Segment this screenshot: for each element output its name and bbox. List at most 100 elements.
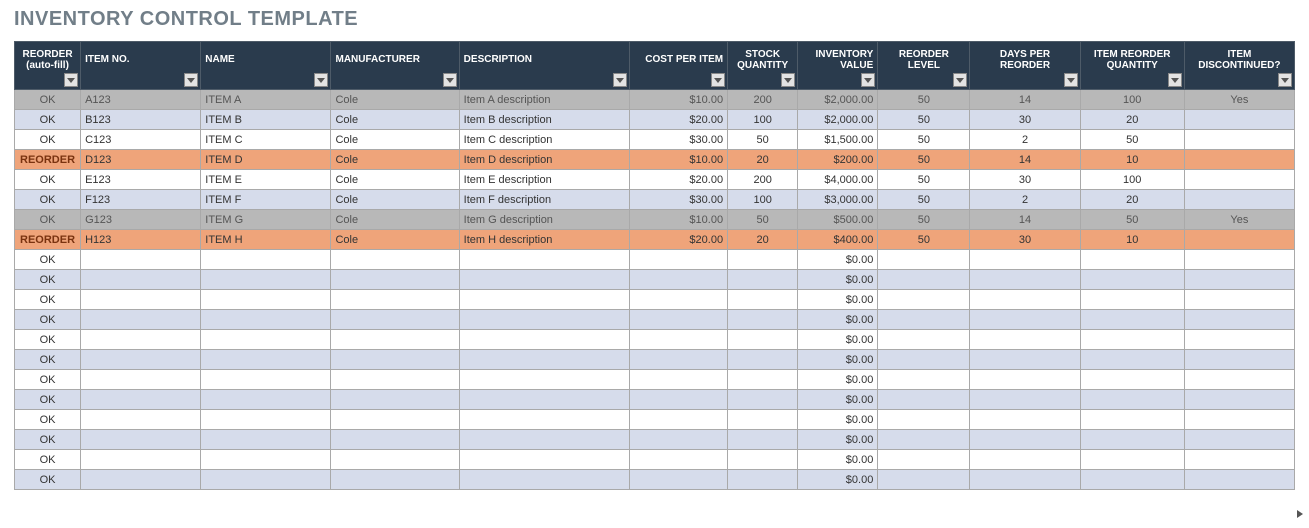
cell-level[interactable]: 50 — [878, 130, 970, 150]
table-row[interactable]: OK$0.00 — [15, 290, 1295, 310]
cell-reorder[interactable]: OK — [15, 270, 81, 290]
cell-level[interactable]: 50 — [878, 190, 970, 210]
cell-level[interactable] — [878, 270, 970, 290]
cell-rqty[interactable]: 50 — [1080, 130, 1184, 150]
cell-days[interactable] — [970, 390, 1080, 410]
cell-item_no[interactable] — [81, 470, 201, 490]
cell-item_no[interactable] — [81, 270, 201, 290]
cell-days[interactable]: 14 — [970, 150, 1080, 170]
cell-level[interactable] — [878, 370, 970, 390]
cell-value[interactable]: $3,000.00 — [798, 190, 878, 210]
cell-cost[interactable] — [629, 290, 727, 310]
cell-value[interactable]: $0.00 — [798, 370, 878, 390]
table-row[interactable]: OKE123ITEM EColeItem E description$20.00… — [15, 170, 1295, 190]
cell-name[interactable] — [201, 430, 331, 450]
cell-stock[interactable] — [728, 250, 798, 270]
column-header-rqty[interactable]: ITEM REORDER QUANTITY — [1080, 42, 1184, 90]
cell-cost[interactable]: $10.00 — [629, 90, 727, 110]
cell-value[interactable]: $0.00 — [798, 310, 878, 330]
cell-item_no[interactable]: E123 — [81, 170, 201, 190]
table-row[interactable]: OKG123ITEM GColeItem G description$10.00… — [15, 210, 1295, 230]
cell-desc[interactable]: Item G description — [459, 210, 629, 230]
table-row[interactable]: OK$0.00 — [15, 370, 1295, 390]
table-row[interactable]: OK$0.00 — [15, 270, 1295, 290]
cell-name[interactable]: ITEM H — [201, 230, 331, 250]
cell-item_no[interactable] — [81, 290, 201, 310]
cell-name[interactable] — [201, 390, 331, 410]
cell-disc[interactable] — [1184, 330, 1294, 350]
cell-value[interactable]: $0.00 — [798, 430, 878, 450]
table-row[interactable]: OKB123ITEM BColeItem B description$20.00… — [15, 110, 1295, 130]
cell-reorder[interactable]: OK — [15, 170, 81, 190]
cell-disc[interactable] — [1184, 470, 1294, 490]
cell-level[interactable]: 50 — [878, 170, 970, 190]
cell-days[interactable] — [970, 350, 1080, 370]
cell-value[interactable]: $500.00 — [798, 210, 878, 230]
cell-rqty[interactable] — [1080, 430, 1184, 450]
cell-reorder[interactable]: OK — [15, 430, 81, 450]
cell-level[interactable] — [878, 330, 970, 350]
cell-reorder[interactable]: OK — [15, 90, 81, 110]
cell-desc[interactable]: Item H description — [459, 230, 629, 250]
cell-level[interactable] — [878, 250, 970, 270]
cell-stock[interactable]: 200 — [728, 170, 798, 190]
cell-reorder[interactable]: OK — [15, 390, 81, 410]
column-header-mfr[interactable]: MANUFACTURER — [331, 42, 459, 90]
cell-rqty[interactable] — [1080, 450, 1184, 470]
cell-mfr[interactable]: Cole — [331, 230, 459, 250]
cell-mfr[interactable] — [331, 310, 459, 330]
cell-rqty[interactable] — [1080, 350, 1184, 370]
cell-disc[interactable] — [1184, 170, 1294, 190]
cell-cost[interactable]: $10.00 — [629, 210, 727, 230]
cell-disc[interactable] — [1184, 150, 1294, 170]
cell-item_no[interactable] — [81, 450, 201, 470]
table-row[interactable]: OK$0.00 — [15, 450, 1295, 470]
cell-mfr[interactable] — [331, 330, 459, 350]
cell-mfr[interactable] — [331, 290, 459, 310]
cell-cost[interactable]: $20.00 — [629, 110, 727, 130]
cell-desc[interactable] — [459, 290, 629, 310]
cell-reorder[interactable]: REORDER — [15, 230, 81, 250]
filter-dropdown-icon[interactable] — [64, 73, 78, 87]
filter-dropdown-icon[interactable] — [613, 73, 627, 87]
cell-reorder[interactable]: OK — [15, 110, 81, 130]
cell-disc[interactable] — [1184, 110, 1294, 130]
column-header-name[interactable]: NAME — [201, 42, 331, 90]
cell-level[interactable] — [878, 470, 970, 490]
cell-rqty[interactable]: 10 — [1080, 150, 1184, 170]
cell-name[interactable]: ITEM E — [201, 170, 331, 190]
cell-reorder[interactable]: OK — [15, 410, 81, 430]
cell-rqty[interactable] — [1080, 390, 1184, 410]
cell-name[interactable]: ITEM D — [201, 150, 331, 170]
cell-stock[interactable]: 20 — [728, 150, 798, 170]
cell-stock[interactable]: 100 — [728, 110, 798, 130]
cell-stock[interactable] — [728, 470, 798, 490]
cell-name[interactable] — [201, 330, 331, 350]
cell-cost[interactable] — [629, 410, 727, 430]
cell-disc[interactable]: Yes — [1184, 90, 1294, 110]
cell-name[interactable] — [201, 370, 331, 390]
cell-stock[interactable]: 20 — [728, 230, 798, 250]
cell-days[interactable] — [970, 450, 1080, 470]
cell-name[interactable]: ITEM C — [201, 130, 331, 150]
cell-disc[interactable] — [1184, 190, 1294, 210]
column-header-stock[interactable]: STOCK QUANTITY — [728, 42, 798, 90]
cell-value[interactable]: $200.00 — [798, 150, 878, 170]
cell-desc[interactable] — [459, 430, 629, 450]
scroll-right-icon[interactable] — [1295, 506, 1305, 524]
table-row[interactable]: OKC123ITEM CColeItem C description$30.00… — [15, 130, 1295, 150]
cell-cost[interactable] — [629, 450, 727, 470]
cell-desc[interactable]: Item B description — [459, 110, 629, 130]
cell-rqty[interactable]: 100 — [1080, 170, 1184, 190]
cell-mfr[interactable]: Cole — [331, 90, 459, 110]
cell-item_no[interactable] — [81, 330, 201, 350]
cell-value[interactable]: $2,000.00 — [798, 110, 878, 130]
cell-disc[interactable] — [1184, 270, 1294, 290]
cell-days[interactable]: 2 — [970, 190, 1080, 210]
cell-reorder[interactable]: OK — [15, 190, 81, 210]
cell-mfr[interactable] — [331, 450, 459, 470]
cell-cost[interactable] — [629, 310, 727, 330]
cell-desc[interactable] — [459, 390, 629, 410]
cell-days[interactable] — [970, 330, 1080, 350]
cell-cost[interactable]: $20.00 — [629, 170, 727, 190]
